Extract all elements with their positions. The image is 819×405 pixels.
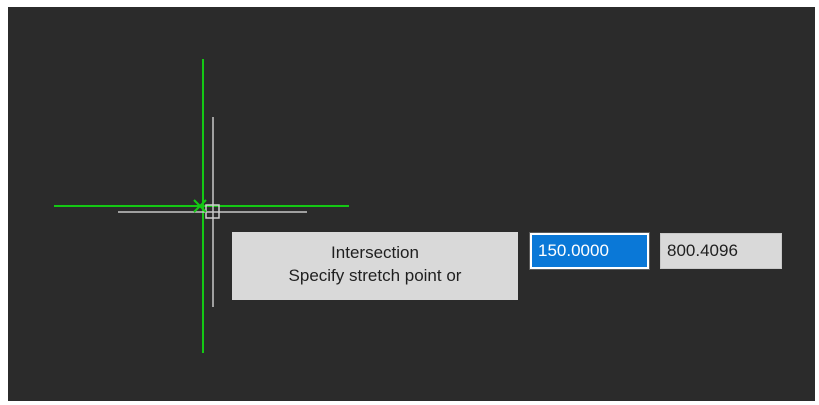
application-frame: Intersection Specify stretch point or 15… bbox=[0, 0, 819, 405]
osnap-tooltip: Intersection Specify stretch point or bbox=[232, 232, 518, 300]
x-coordinate-input[interactable]: 150.0000 bbox=[529, 232, 650, 270]
drawing-canvas[interactable] bbox=[8, 7, 815, 401]
command-prompt-text: Specify stretch point or bbox=[288, 266, 462, 285]
canvas-graphics bbox=[54, 59, 349, 353]
snap-type-label: Intersection bbox=[331, 243, 419, 262]
y-coordinate-input[interactable]: 800.4096 bbox=[660, 233, 782, 269]
